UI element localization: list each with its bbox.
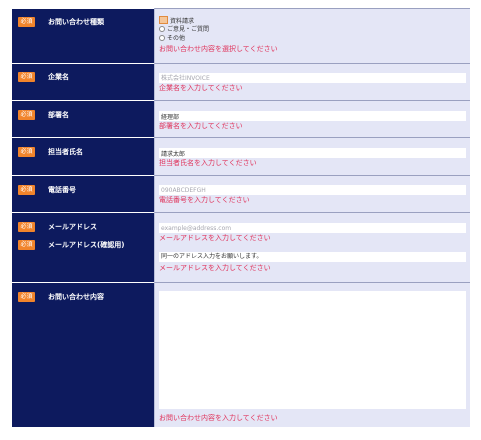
checkbox-icon[interactable] bbox=[159, 16, 168, 24]
row-contact-name: 必須 担当者氏名 担当者氏名を入力してください bbox=[12, 137, 470, 175]
value-cell-email: メールアドレスを入力してください 同一のアドレス入力をお願いします。 メールアド… bbox=[154, 212, 470, 282]
row-message: 必須 お問い合わせ内容 お問い合わせ内容を入力してください bbox=[12, 282, 470, 427]
label-cell-inquiry-type: 必須 お問い合わせ種類 bbox=[12, 8, 154, 63]
value-cell-inquiry-type: 資料請求 ご意見・ご質問 その他 お問い合わせ内容を選択してください bbox=[154, 8, 470, 63]
contact-name-input[interactable] bbox=[159, 148, 466, 158]
inquiry-type-label: お問い合わせ種類 bbox=[48, 18, 104, 26]
row-company: 必須 企業名 企業名を入力してください bbox=[12, 63, 470, 100]
row-department: 必須 部署名 部署名を入力してください bbox=[12, 100, 470, 137]
contact-name-error: 担当者氏名を入力してください bbox=[159, 159, 257, 167]
company-error: 企業名を入力してください bbox=[159, 84, 243, 92]
contact-name-label: 担当者氏名 bbox=[48, 148, 83, 156]
email-input[interactable] bbox=[159, 223, 466, 233]
required-badge: 必須 bbox=[18, 147, 35, 157]
required-badge: 必須 bbox=[18, 72, 35, 82]
company-input[interactable] bbox=[159, 73, 466, 83]
email-error: メールアドレスを入力してください bbox=[159, 234, 271, 242]
email-confirm-area: 同一のアドレス入力をお願いします。 メールアドレスを入力してください bbox=[155, 246, 470, 282]
option-document-request[interactable]: 資料請求 bbox=[159, 16, 194, 26]
company-label: 企業名 bbox=[48, 73, 69, 81]
label-cell-phone: 必須 電話番号 bbox=[12, 175, 154, 212]
row-email: 必須 メールアドレス 必須 メールアドレス(確認用) メールアドレスを入力してく… bbox=[12, 212, 470, 282]
row-inquiry-type: 必須 お問い合わせ種類 資料請求 ご意見・ご質問 その他 お問い合わせ内容を選択… bbox=[12, 8, 470, 63]
department-error: 部署名を入力してください bbox=[159, 122, 243, 130]
required-badge: 必須 bbox=[18, 240, 35, 250]
label-cell-company: 必須 企業名 bbox=[12, 63, 154, 100]
required-badge: 必須 bbox=[18, 292, 35, 302]
message-textarea[interactable] bbox=[159, 291, 466, 409]
label-cell-contact-name: 必須 担当者氏名 bbox=[12, 137, 154, 175]
option-opinion-question[interactable]: ご意見・ご質問 bbox=[159, 26, 209, 34]
value-cell-phone: 電話番号を入力してください bbox=[154, 175, 470, 212]
row-phone: 必須 電話番号 電話番号を入力してください bbox=[12, 175, 470, 212]
option-other[interactable]: その他 bbox=[159, 35, 185, 43]
value-cell-department: 部署名を入力してください bbox=[154, 100, 470, 137]
email-confirm-label: メールアドレス(確認用) bbox=[48, 241, 125, 249]
phone-label: 電話番号 bbox=[48, 186, 76, 194]
label-cell-email: 必須 メールアドレス 必須 メールアドレス(確認用) bbox=[12, 212, 154, 282]
value-cell-contact-name: 担当者氏名を入力してください bbox=[154, 137, 470, 175]
email-confirm-error: メールアドレスを入力してください bbox=[159, 264, 271, 272]
phone-input[interactable] bbox=[159, 185, 466, 195]
radio-icon[interactable] bbox=[159, 35, 165, 41]
email-label: メールアドレス bbox=[48, 223, 97, 231]
value-cell-company: 企業名を入力してください bbox=[154, 63, 470, 100]
inquiry-form: 必須 お問い合わせ種類 資料請求 ご意見・ご質問 その他 お問い合わせ内容を選択… bbox=[0, 0, 481, 440]
required-badge: 必須 bbox=[18, 110, 35, 120]
department-input[interactable] bbox=[159, 111, 466, 121]
label-cell-department: 必須 部署名 bbox=[12, 100, 154, 137]
inquiry-type-error: お問い合わせ内容を選択してください bbox=[159, 45, 278, 53]
radio-icon[interactable] bbox=[159, 26, 165, 32]
value-cell-message: お問い合わせ内容を入力してください bbox=[154, 282, 470, 427]
phone-error: 電話番号を入力してください bbox=[159, 196, 250, 204]
email-confirm-input[interactable]: 同一のアドレス入力をお願いします。 bbox=[159, 252, 466, 262]
message-label: お問い合わせ内容 bbox=[48, 293, 104, 301]
department-label: 部署名 bbox=[48, 111, 69, 119]
required-badge: 必須 bbox=[18, 185, 35, 195]
message-error: お問い合わせ内容を入力してください bbox=[159, 414, 278, 422]
required-badge: 必須 bbox=[18, 222, 35, 232]
label-cell-message: 必須 お問い合わせ内容 bbox=[12, 282, 154, 427]
required-badge: 必須 bbox=[18, 17, 35, 27]
